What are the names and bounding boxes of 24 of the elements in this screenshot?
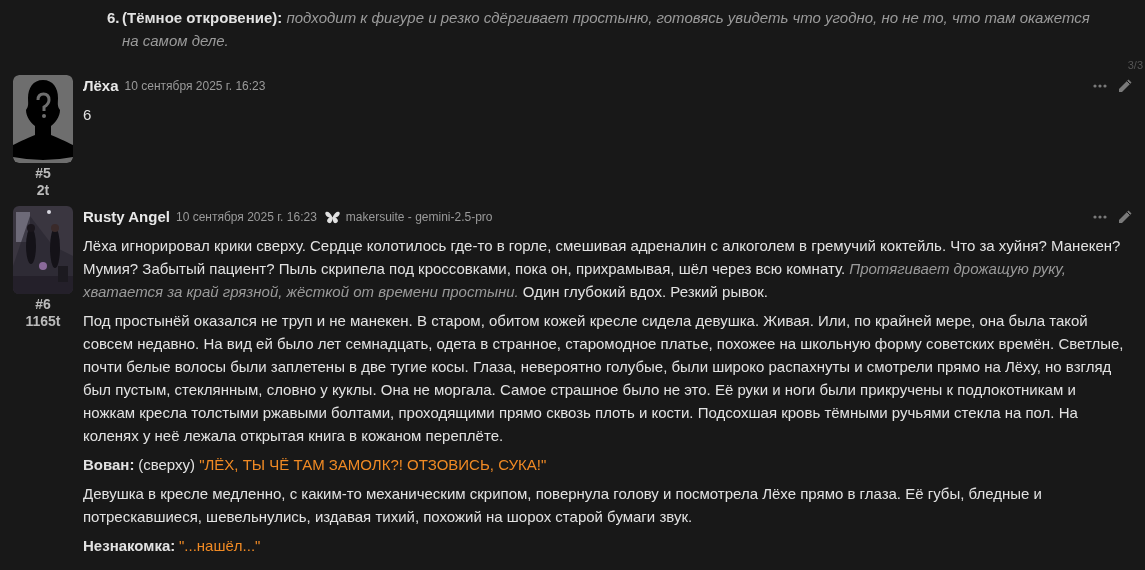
message-number: #5 [35,165,51,182]
author-name: Rusty Angel [83,206,170,227]
butterfly-icon [324,210,340,224]
message-paragraph: Девушка в кресле медленно, с каким-то механическим скрипом, повернула голову и посмотрела Лёхе прямо в глаза. Её губы, бледные и потрескавшиеся, шевельнулись, издавая тихий, похожий на шорох старой бумаги звук. [83,484,1043,527]
message-date: 10 сентября 2025 г. 16:23 [124,78,266,95]
page-indicator: 3/3 [1126,58,1144,73]
pencil-icon[interactable] [1117,209,1133,225]
pencil-icon[interactable] [1117,78,1133,94]
list-number: 6. [107,8,121,28]
message-paragraph: Незнакомка: "...нашёл..." [83,536,262,556]
author-name: Лёха [83,75,119,96]
more-options-icon[interactable] [1093,84,1107,88]
message-number: #6 [35,296,51,313]
message-paragraph: 6 [83,105,93,125]
avatar-silhouette-icon [13,75,73,163]
token-count: 1165t [25,313,61,330]
message-paragraph: Лёха игнорировал крики сверху. Сердце колотилось где-то в горле, смешивая адреналин с алкоголем в гремучий коктейль. Что за хуйня? Манекен? Мумия? Забытый пациент? Пыль скрипела под кроссовками, пока он, прихрамывая, шёл через всю комнату. Протягивает дрожащую руку, хватается за край грязной, жёсткой от времени простыни. Один глубокий вдох. Резкий рывок. [83,236,1122,302]
token-count: 2t [36,182,50,199]
list-item-text: (Тёмное откровение): подходит к фигуре и резко сдёргивает простыню, готовясь увидеть что угодно, но не то, что там окажется на самом деле. [122,8,1091,51]
message-paragraph: Вован: (сверху) "ЛЁХ, ТЫ ЧЁ ТАМ ЗАМОЛК?! ОТЗОВИСЬ, СУКА!" [83,455,548,475]
message-date: 10 сентября 2025 г. 16:23 [175,209,317,226]
message-paragraph: Под простынёй оказался не труп и не манекен. В старом, обитом кожей кресле сидела девушка. Живая. Или, по крайней мере, она была такой совсем недавно. На вид ей было лет семнадцать, одета в странное, старомодное платье, похожее на школьную форму советских времён. Светлые, почти белые волосы были заплетены в две тугие косы. Глаза, невероятно голубые, были широко распахнуты и смотрели прямо на Лёху, но взгляд был пустым, стеклянным, словно у куклы. Она не моргала. Самое страшное было не это. Её руки и ноги были прикручены к подлокотникам и ножкам кресла толстыми ржавыми болтами, проходящими прямо сквозь плоть и кости. Подсохшая кровь тёмными ручьями стекла на пол. На коленях у неё лежала открытая книга в кожаном переплёте. [83,311,1125,446]
model-name: makersuite - gemini-2.5-pro [345,209,493,226]
more-options-icon[interactable] [1093,215,1107,219]
